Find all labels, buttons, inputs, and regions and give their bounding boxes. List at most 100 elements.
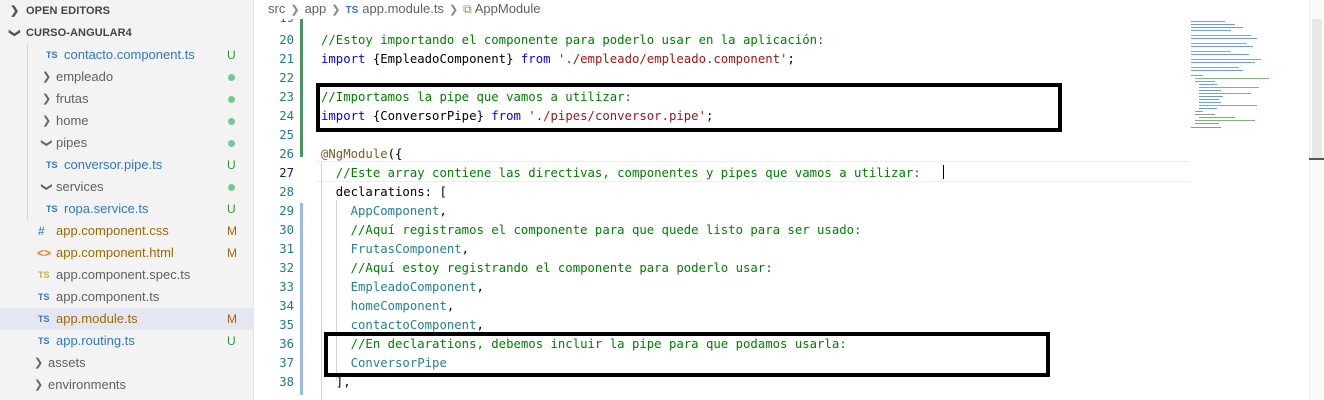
file-item-app-component-css[interactable]: # app.component.css M <box>0 220 253 242</box>
typescript-file-icon: TS <box>38 292 50 302</box>
typescript-file-icon: TS <box>38 314 50 324</box>
folder-item-environments[interactable]: ❯ environments <box>0 374 253 396</box>
highlight-box-import-pipe <box>316 83 1062 132</box>
folder-item-pipes[interactable]: ❯ pipes <box>0 132 253 154</box>
chevron-right-icon: ❯ <box>34 357 44 369</box>
line-number: 30 <box>279 223 294 237</box>
chevron-down-icon: ❯ <box>8 28 21 38</box>
git-untracked-badge: U <box>227 158 236 172</box>
typescript-file-icon: TS <box>46 50 58 60</box>
git-untracked-badge: U <box>227 48 236 62</box>
line-number: 21 <box>279 52 294 66</box>
code-line: EmpleadoComponent, <box>321 280 484 294</box>
file-item-contacto-component-ts[interactable]: TS contacto.component.ts U <box>0 44 253 66</box>
symbol-class-icon: ⧉ <box>463 2 472 16</box>
vertical-scrollbar[interactable] <box>1309 0 1324 400</box>
chevron-down-icon: ❯ <box>40 182 53 192</box>
typescript-file-icon: TS <box>345 5 359 16</box>
git-untracked-badge: U <box>227 334 236 348</box>
git-modified-badge: M <box>227 312 237 326</box>
file-item-app-module-ts[interactable]: TS app.module.ts M <box>0 308 253 330</box>
code-line: //Aquí registramos el componente para qu… <box>321 223 862 237</box>
chevron-right-icon: ❯ <box>290 4 300 16</box>
line-number: 19 <box>254 19 294 28</box>
chevron-right-icon: ❯ <box>10 5 20 17</box>
line-number: 33 <box>279 280 294 294</box>
line-number: 37 <box>279 356 294 370</box>
breadcrumb-file[interactable]: TS app.module.ts <box>345 1 443 16</box>
file-item-app-component-html[interactable]: <> app.component.html M <box>0 242 253 264</box>
breadcrumb-app[interactable]: app <box>305 1 327 16</box>
html-file-icon: <> <box>37 246 52 260</box>
line-number: 23 <box>279 90 294 104</box>
css-file-icon: # <box>38 224 45 238</box>
git-status-dot <box>228 74 235 81</box>
chevron-right-icon: ❯ <box>42 93 52 105</box>
folder-item-assets[interactable]: ❯ assets <box>0 352 253 374</box>
line-number: 28 <box>279 185 294 199</box>
text-cursor <box>943 165 944 179</box>
typescript-file-icon: TS <box>46 160 58 170</box>
minimap[interactable] <box>1191 19 1303 139</box>
code-line: import {EmpleadoComponent} from './emple… <box>321 52 795 66</box>
line-number: 29 <box>279 204 294 218</box>
file-item-conversor-pipe-ts[interactable]: TS conversor.pipe.ts U <box>0 154 253 176</box>
folder-item-home[interactable]: ❯ home <box>0 110 253 132</box>
git-status-dot <box>228 118 235 125</box>
breadcrumb-src[interactable]: src <box>268 1 285 16</box>
open-editors-header[interactable]: ❯ OPEN EDITORS <box>0 0 253 22</box>
code-line: //Estoy importando el componente para po… <box>321 33 825 47</box>
line-number: 20 <box>279 33 294 47</box>
breadcrumb: src ❯ app ❯ TS app.module.ts ❯ ⧉ AppModule <box>254 0 1324 19</box>
typescript-file-icon: TS <box>38 336 50 346</box>
folder-item-services[interactable]: ❯ services <box>0 176 253 198</box>
file-item-app-routing-ts[interactable]: TS app.routing.ts U <box>0 330 253 352</box>
folder-item-empleado[interactable]: ❯ empleado <box>0 66 253 88</box>
explorer-sidebar: ❯ OPEN EDITORS ❯ CURSO-ANGULAR4 TS conta… <box>0 0 254 400</box>
code-line: @NgModule({ <box>321 147 403 161</box>
git-status-dot <box>228 184 235 191</box>
git-added-gutter <box>300 19 303 157</box>
code-line: FrutasComponent, <box>321 242 470 256</box>
file-item-app-component-spec-ts[interactable]: TS app.component.spec.ts <box>0 264 253 286</box>
line-number: 27 <box>279 166 294 180</box>
scrollbar-thumb[interactable] <box>1312 19 1322 159</box>
code-line: AppComponent, <box>321 204 447 218</box>
chevron-right-icon: ❯ <box>448 4 459 16</box>
chevron-right-icon: ❯ <box>331 4 341 16</box>
typescript-file-icon: TS <box>46 204 58 214</box>
git-modified-badge: M <box>227 224 237 238</box>
chevron-right-icon: ❯ <box>42 115 52 127</box>
chevron-right-icon: ❯ <box>42 71 52 83</box>
file-item-ropa-service-ts[interactable]: TS ropa.service.ts U <box>0 198 253 220</box>
file-item-app-component-ts[interactable]: TS app.component.ts <box>0 286 253 308</box>
code-line: homeComponent, <box>321 299 455 313</box>
code-editor[interactable]: 19 20 //Estoy importando el componente p… <box>254 19 1324 400</box>
line-number: 24 <box>279 109 294 123</box>
chevron-down-icon: ❯ <box>40 138 53 148</box>
typescript-test-file-icon: TS <box>38 270 50 280</box>
git-modified-badge: M <box>227 246 237 260</box>
line-number: 32 <box>279 261 294 275</box>
code-line: //Aquí estoy registrando el componente p… <box>321 261 773 275</box>
line-number: 34 <box>279 299 294 313</box>
line-number: 35 <box>279 318 294 332</box>
line-number: 26 <box>279 147 294 161</box>
chevron-right-icon: ❯ <box>34 379 44 391</box>
git-modified-gutter <box>300 203 303 395</box>
project-header[interactable]: ❯ CURSO-ANGULAR4 <box>0 22 253 44</box>
line-number: 31 <box>279 242 294 256</box>
breadcrumb-symbol[interactable]: ⧉ AppModule <box>463 1 540 16</box>
line-number: 25 <box>279 128 294 142</box>
highlight-box-declarations-pipe <box>324 332 1050 377</box>
code-line: declarations: [ <box>321 185 447 199</box>
git-status-dot <box>228 96 235 103</box>
cursor-position-marker <box>1309 158 1324 160</box>
code-line: //Este array contiene las directivas, co… <box>321 166 921 180</box>
line-number: 36 <box>279 337 294 351</box>
line-number: 38 <box>279 375 294 389</box>
git-untracked-badge: U <box>227 202 236 216</box>
git-status-dot <box>228 140 235 147</box>
folder-item-frutas[interactable]: ❯ frutas <box>0 88 253 110</box>
line-number: 22 <box>279 71 294 85</box>
